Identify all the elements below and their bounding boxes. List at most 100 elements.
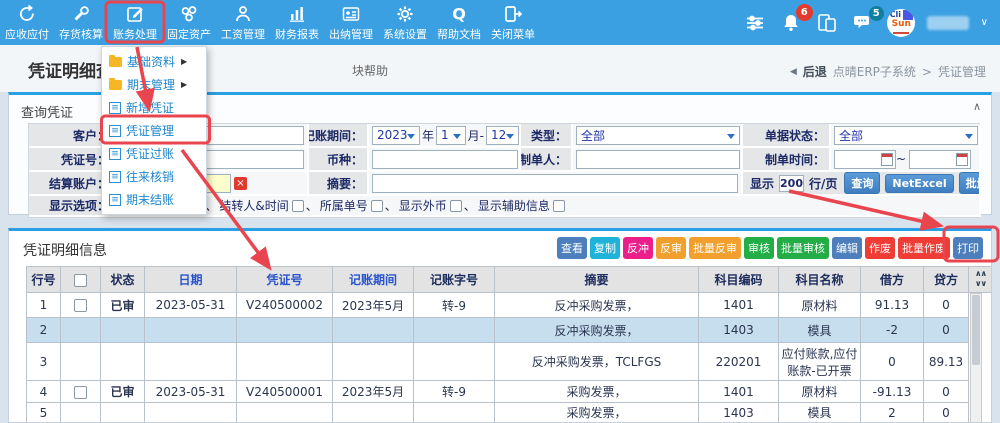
nav-item-help[interactable]: Q 帮助文档 [432,0,486,45]
nav-item-accounting[interactable]: 账务处理 [108,0,162,45]
option-checkbox[interactable] [371,200,383,212]
cell-debit: -91.13 [861,381,924,403]
cell-debit: -2 [861,318,924,343]
breadcrumb-root[interactable]: 点晴ERP子系统 [833,63,916,80]
gear-icon [395,4,415,24]
cell-word-no: 转-9 [414,381,495,403]
breadcrumb-separator: > [922,65,932,79]
nav-item-reports[interactable]: 财务报表 [270,0,324,45]
cell-status: 已审 [101,293,145,318]
edit-button[interactable]: 编辑 [832,237,862,259]
cell-summary: 采购发票， [495,403,699,423]
back-arrow-icon: ◀ [790,67,797,77]
nav-item-inventory[interactable]: 存货核算 [54,0,108,45]
copy-button[interactable]: 复制 [590,237,620,259]
batch-print-button[interactable]: 批量打印 [959,172,981,194]
cell-checkbox [61,381,101,403]
option-checkbox[interactable] [292,200,304,212]
year-select[interactable]: 2023 [372,126,420,145]
month-from-select[interactable]: 1 [436,126,466,145]
cell-date [145,343,237,381]
chevron-down-icon[interactable]: ∨ [981,17,988,28]
vertical-scrollbar[interactable] [970,293,982,423]
month-to-select[interactable]: 12 [486,126,519,145]
batch-void-button[interactable]: 批量作废 [898,237,950,259]
select-all-checkbox[interactable] [74,274,87,287]
chat-icon[interactable]: 5 [851,11,875,35]
type-select[interactable]: 全部 [576,126,740,145]
menu-item-new-voucher[interactable]: 新增凭证 [102,96,206,119]
menu-item-basic-data[interactable]: 基础资料 ▶ [102,50,206,73]
netexcel-button[interactable]: NetExcel [885,174,953,193]
header-date[interactable]: 日期 [145,267,237,293]
currency-label: 币种： [309,148,369,172]
row-checkbox[interactable] [74,386,87,399]
unaudit-button[interactable]: 反审 [656,237,686,259]
bell-icon[interactable]: 6 [779,11,803,35]
header-period[interactable]: 记账期间 [333,267,414,293]
menu-item-voucher-management[interactable]: 凭证管理 [102,119,206,142]
header-voucher-no[interactable]: 凭证号 [237,267,333,293]
summary-input[interactable] [372,174,738,193]
menu-item-period-end[interactable]: 期末管理 ▶ [102,73,206,96]
batch-audit-button[interactable]: 批量审核 [777,237,829,259]
cell-date[interactable]: 2023-05-31 [145,293,237,318]
username-redacted[interactable] [927,16,969,30]
menu-item-voucher-posting[interactable]: 凭证过账 [102,142,206,165]
nav-item-close-menu[interactable]: 关闭菜单 [486,0,540,45]
collapse-icon[interactable]: ∧ [973,100,981,113]
clipsun-logo[interactable]: Cli Sun [887,9,915,37]
option-checkbox[interactable] [553,200,565,212]
view-button[interactable]: 查看 [557,237,587,259]
query-button[interactable]: 查询 [844,172,880,194]
cell-voucher-link[interactable]: V240500002 [237,293,333,318]
nav-item-cashier[interactable]: 出纳管理 [324,0,378,45]
calendar-icon[interactable] [881,153,893,166]
clear-x-icon[interactable]: × [234,177,247,190]
scrollbar-thumb[interactable] [972,295,980,365]
menu-item-current-writeoff[interactable]: 往来核销 [102,165,206,188]
document-icon [109,148,121,160]
bar-chart-icon [287,4,307,24]
batch-unaudit-button[interactable]: 批量反审 [689,237,741,259]
print-button[interactable]: 打印 [953,237,983,259]
devices-icon[interactable] [815,11,839,35]
column-control[interactable]: ∧∧∨∨ [968,266,992,293]
year-unit: 年 [422,127,434,144]
audit-button[interactable]: 审核 [744,237,774,259]
menu-item-period-closing[interactable]: 期末结账 [102,188,206,211]
cell-debit: 2 [861,403,924,423]
cell-date[interactable]: 2023-05-31 [145,381,237,403]
voucher-table: 行号 状态 日期 凭证号 记账期间 记账字号 摘要 科目编码 科目名称 借方 贷… [26,266,969,423]
row-checkbox[interactable] [74,299,87,312]
cell-subject-name: 原材料 [779,381,861,403]
cell-voucher-link[interactable]: V240500001 [237,381,333,403]
page-rows-input[interactable]: 200 [779,175,804,192]
cell-checkbox [61,318,101,343]
nav-item-payroll[interactable]: 工资管理 [216,0,270,45]
cell-subject-name: 模具 [779,403,861,423]
void-button[interactable]: 作废 [865,237,895,259]
nav-item-receivables[interactable]: 应收应付 [0,0,54,45]
sliders-icon[interactable] [743,11,767,35]
menu-item-label: 往来核销 [126,168,174,185]
header-subject-code: 科目编码 [699,267,779,293]
option-checkbox[interactable] [450,200,462,212]
header-checkbox-cell [61,267,101,293]
back-button[interactable]: 后退 [803,63,827,80]
nav-item-settings[interactable]: 系统设置 [378,0,432,45]
calendar-icon[interactable] [956,153,968,166]
doc-status-select[interactable]: 全部 [834,126,978,145]
nav-item-fixed-assets[interactable]: 固定资产 [162,0,216,45]
reverse-button[interactable]: 反冲 [623,237,653,259]
maker-input[interactable] [576,150,740,169]
document-icon [109,171,121,183]
cell-status [101,318,145,343]
option-label-aux-info: 显示辅助信息 [478,197,550,214]
logo-text-cli: Cli [890,10,901,19]
cell-line-no: 2 [27,318,61,343]
help-icon: Q [449,4,469,24]
currency-input[interactable] [372,150,518,169]
module-help-link[interactable]: 块帮助 [352,62,388,79]
cell-credit: 0 [924,293,969,318]
